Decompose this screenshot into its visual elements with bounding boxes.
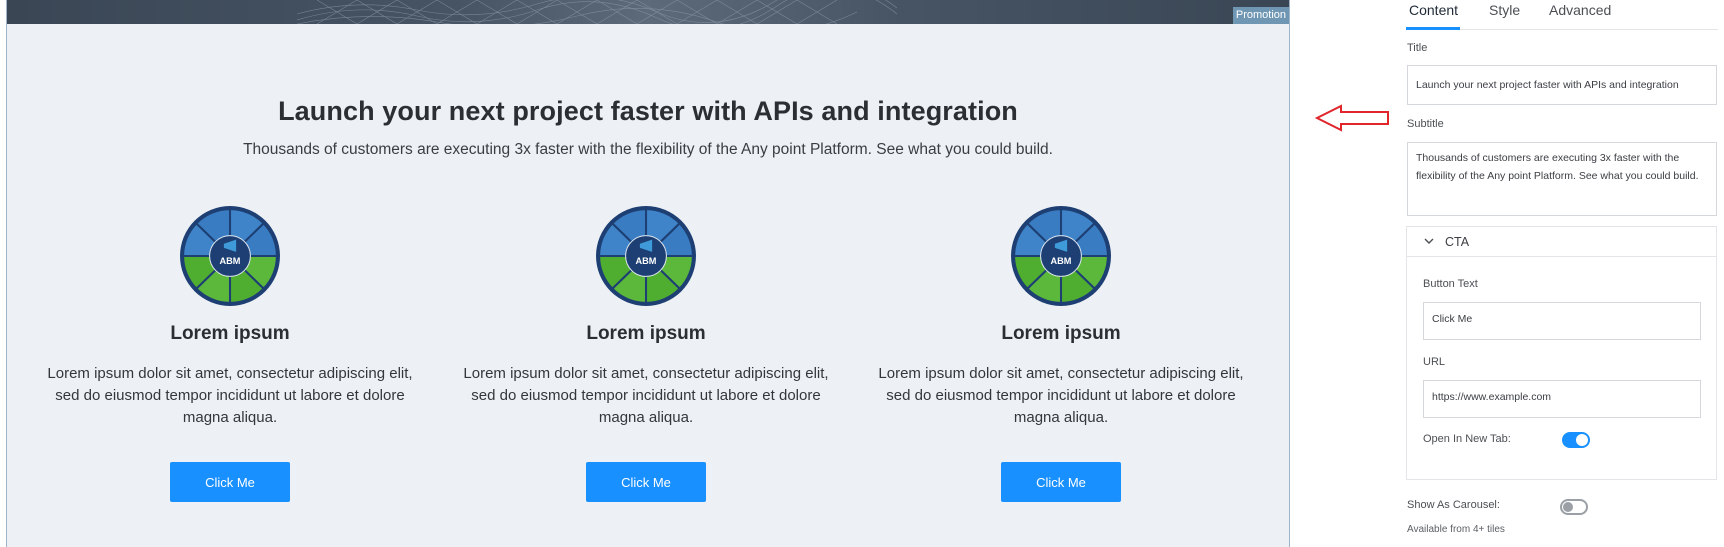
promotion-badge[interactable]: Promotion [1232,7,1289,24]
tile-3-cta-button[interactable]: Click Me [1001,462,1121,502]
cta-section: CTA Button Text URL Open In New Tab: [1406,226,1717,480]
tab-advanced[interactable]: Advanced [1549,2,1611,18]
tab-style[interactable]: Style [1489,2,1520,18]
arrow-left-icon [1315,104,1389,132]
tile-2-cta-button[interactable]: Click Me [586,462,706,502]
subtitle-textarea[interactable]: Thousands of customers are executing 3x … [1407,142,1717,216]
settings-tabs: Content Style Advanced [1406,0,1718,30]
url-field-label: URL [1423,356,1446,368]
cta-section-label: CTA [1445,235,1470,249]
tile-3-image-label: ABM [1051,256,1072,266]
tile-1-image-label: ABM [220,256,241,266]
promotion-subtitle: Thousands of customers are executing 3x … [243,141,1053,158]
tile-1-cta-button[interactable]: Click Me [170,462,290,502]
tile-3-title: Lorem ipsum [1001,323,1121,344]
toggle-knob [1576,434,1588,446]
cta-section-header[interactable]: CTA [1407,227,1716,257]
button-text-input[interactable] [1423,302,1701,340]
tile-2-title: Lorem ipsum [586,323,706,344]
abm-wheel-icon: ABM [180,206,280,306]
tile-2: ABM Lorem ipsum Lorem ipsum dolor sit am… [446,205,846,502]
tile-3-text: Lorem ipsum dolor sit amet, consectetur … [878,365,1244,426]
wireframe-pattern-icon [297,0,897,24]
show-as-carousel-label: Show As Carousel: [1407,499,1500,511]
open-new-tab-label: Open In New Tab: [1423,433,1511,445]
tile-2-text: Lorem ipsum dolor sit amet, consectetur … [463,365,829,426]
canvas-preview: Promotion Launch your next project faste… [6,0,1290,547]
tile-1: ABM Lorem ipsum Lorem ipsum dolor sit am… [30,205,430,502]
toggle-knob [1563,502,1573,512]
show-as-carousel-toggle[interactable] [1560,499,1588,515]
title-input[interactable] [1407,65,1717,105]
tile-1-text: Lorem ipsum dolor sit amet, consectetur … [47,365,413,426]
chevron-down-icon [1424,238,1434,244]
button-text-field-label: Button Text [1423,278,1478,290]
settings-panel: Content Style Advanced Title Subtitle Th… [1406,0,1724,547]
carousel-hint: Available from 4+ tiles [1407,524,1505,535]
hero-banner-strip: Promotion [7,0,1289,24]
tile-3: ABM Lorem ipsum Lorem ipsum dolor sit am… [861,205,1261,502]
title-field-label: Title [1407,42,1428,54]
abm-wheel-icon: ABM [1011,206,1111,306]
subtitle-field-label: Subtitle [1407,118,1444,130]
abm-wheel-icon: ABM [596,206,696,306]
tile-1-title: Lorem ipsum [170,323,290,344]
promotion-title: Launch your next project faster with API… [278,96,1018,126]
active-tab-indicator [1406,27,1460,30]
url-input[interactable] [1423,380,1701,418]
tile-2-image-label: ABM [636,256,657,266]
tab-content[interactable]: Content [1409,2,1458,18]
open-new-tab-toggle[interactable] [1562,432,1590,448]
